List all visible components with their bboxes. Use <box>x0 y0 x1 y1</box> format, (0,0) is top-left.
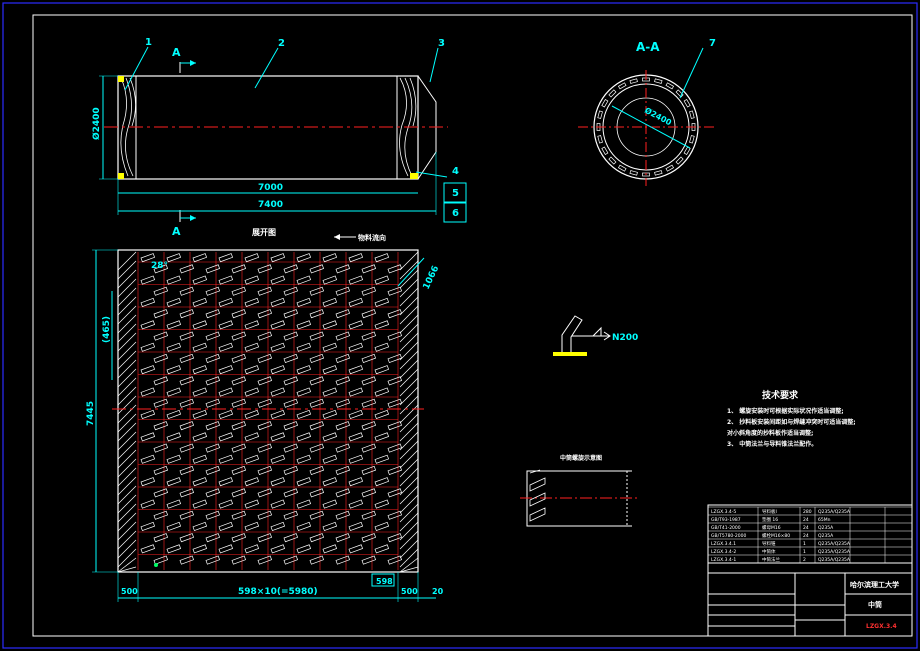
dim-pitch-total: 598×10(=5980) <box>238 587 318 597</box>
start-marker <box>154 563 158 567</box>
part-number-1: 1 <box>145 37 152 48</box>
dim-left-margin: 500 <box>121 587 138 596</box>
bom-name: 螺栓M16×80 <box>762 532 790 539</box>
flow-direction-label: 物料流向 <box>358 233 386 242</box>
bom-material: 65Mn <box>818 517 831 523</box>
drawing-name: 中筒 <box>868 600 882 609</box>
development-title: 展开图 <box>251 228 276 237</box>
bom-qty: 280 <box>803 509 812 515</box>
bom-name: 中筒体 <box>762 548 776 555</box>
bom-code: GB/T41-2000 <box>711 525 741 531</box>
tech-req-title: 技术要求 <box>762 389 799 401</box>
bom-name: 垫圈 16 <box>762 516 778 523</box>
bom-code: LZGX.3.4-2 <box>711 549 736 555</box>
drawing-code: LZGX.3.4 <box>866 623 897 630</box>
dim-pitch-single: 598 <box>376 577 393 586</box>
dim-overall-length: 7400 <box>258 200 283 210</box>
bom-name: 导料锥 <box>762 540 776 547</box>
bom-name: 导料板Ⅰ <box>762 508 777 515</box>
part-number-4: 4 <box>452 166 459 177</box>
dim-diameter: Ø2400 <box>91 107 102 140</box>
dim-height: 7445 <box>86 401 96 426</box>
part-number-3: 3 <box>438 38 445 49</box>
dim-edge: 20 <box>432 587 444 596</box>
bom-material: Q235A <box>818 525 834 531</box>
dim-angle: 28° <box>151 261 168 271</box>
left-weld-bottom <box>118 173 124 179</box>
right-weld-bottom <box>410 173 418 179</box>
weld-base <box>553 352 587 356</box>
bom-code: LZGX.3.4-1 <box>711 557 736 563</box>
bom-qty: 2 <box>803 557 806 563</box>
dim-row-pitch: (465) <box>102 316 112 343</box>
part-number-5: 5 <box>452 188 459 199</box>
bom-code: LZGX.3.4-5 <box>711 509 736 515</box>
cad-drawing: A A Ø2400 7000 7400 1 2 3 4 5 6 A-A Ø240… <box>0 0 920 651</box>
bom-name: 螺母M16 <box>762 524 781 531</box>
part-number-6: 6 <box>452 208 459 219</box>
tech-req-item: 3、 中筒法兰与导料锥法兰配作。 <box>727 440 817 448</box>
bom-code: LZGX.3.4.1 <box>711 541 736 547</box>
bom-name: 中筒法兰 <box>762 556 780 563</box>
bom-material: Q235A/Q235A <box>818 509 851 515</box>
section-view-title: A-A <box>636 40 660 54</box>
bom-qty: 24 <box>803 525 809 531</box>
part-number-7: 7 <box>709 38 716 49</box>
weld-symbol: N200 <box>612 333 638 343</box>
tech-req-item: 2、 抄料板安装间距如与焊缝冲突时可适当调整; <box>727 418 856 426</box>
bom-code: GB/T93-1987 <box>711 517 741 523</box>
bom-material: Q235A/Q235A <box>818 557 851 563</box>
tech-req-item: 1、 螺旋安装时可根据实际状况作适当调整; <box>727 407 844 415</box>
bom-qty: 24 <box>803 517 809 523</box>
bom-material: Q235A/Q235A <box>818 541 851 547</box>
dim-inner-length: 7000 <box>258 183 283 193</box>
university-name: 哈尔滨理工大学 <box>850 580 899 589</box>
dim-right-margin: 500 <box>401 587 418 596</box>
left-weld-top <box>118 76 124 82</box>
tech-req-item: 对小斜角度的抄料板作适当调整; <box>727 429 813 437</box>
bom-qty: 1 <box>803 541 806 547</box>
section-mark-top: A <box>172 46 181 59</box>
section-mark-bottom: A <box>172 225 181 238</box>
bom-material: Q235A <box>818 533 834 539</box>
bom-code: GB/T5780-2000 <box>711 533 747 539</box>
middle-section-title: 中筒螺旋示意图 <box>560 454 602 462</box>
part-number-2: 2 <box>278 38 285 49</box>
bom-material: Q235A/Q235A <box>818 549 851 555</box>
bom-qty: 24 <box>803 533 809 539</box>
bom-qty: 1 <box>803 549 806 555</box>
